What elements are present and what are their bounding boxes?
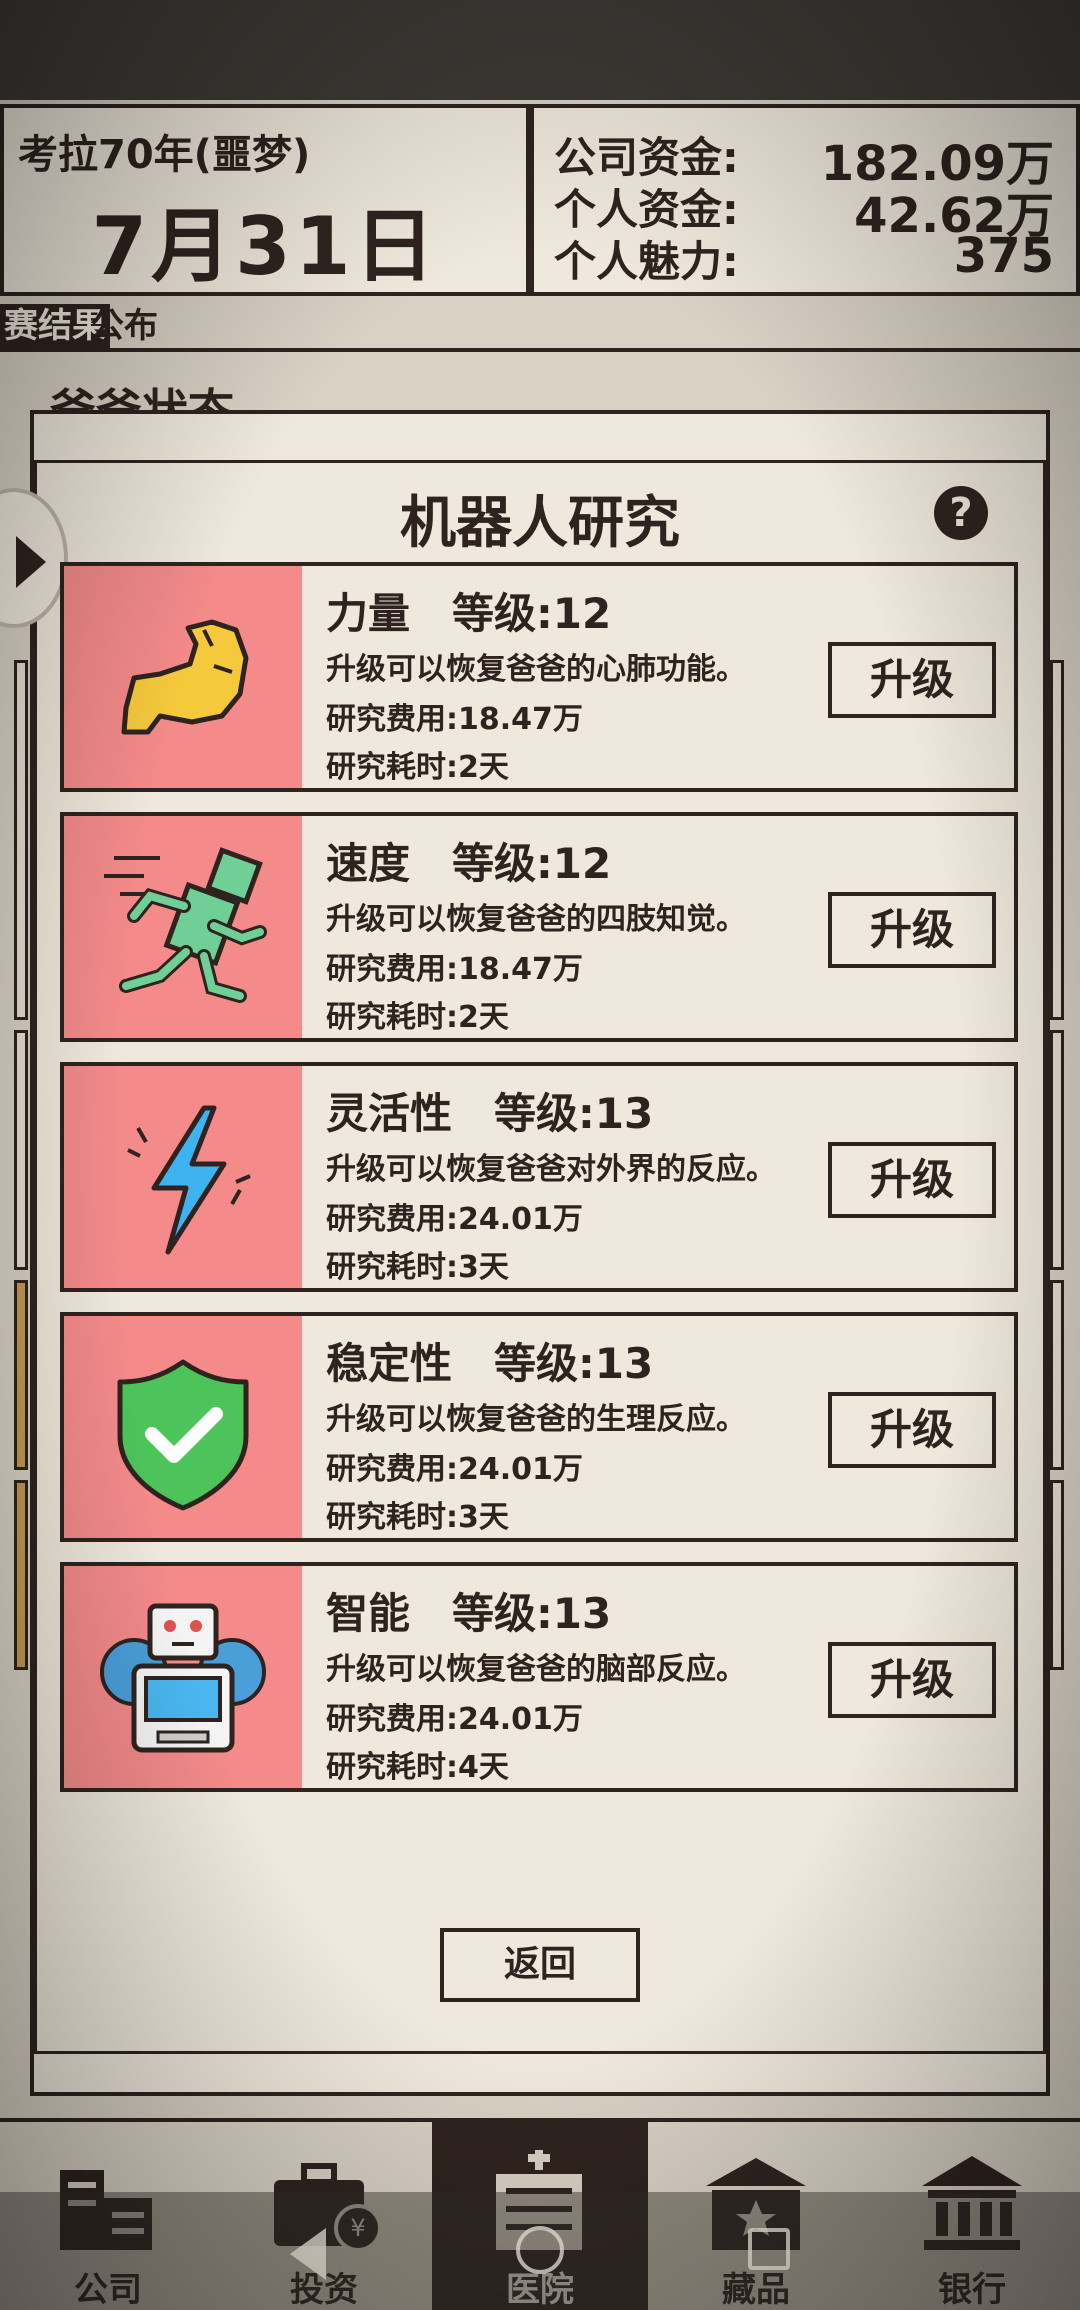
underlying-panel-edge — [1050, 1480, 1064, 1670]
upgrade-strength-button[interactable]: 升级 — [828, 642, 996, 718]
news-ticker: 赛结果 公布 — [0, 300, 1080, 352]
underlying-panel-edge — [1050, 1280, 1064, 1470]
research-cost: 研究费用:18.47万 — [326, 702, 583, 737]
date-panel: 考拉70年(噩梦) 7月31日 — [0, 104, 530, 296]
research-duration: 研究耗时:3天 — [326, 1500, 509, 1535]
system-home-icon[interactable] — [516, 2226, 564, 2274]
system-recents-icon[interactable] — [748, 2228, 790, 2270]
ticker-text: 公布 — [90, 306, 158, 346]
underlying-panel-edge — [14, 660, 28, 1020]
research-name: 灵活性 等级:13 — [326, 1089, 654, 1138]
shield-check-icon — [64, 1316, 302, 1538]
running-robot-icon — [64, 816, 302, 1038]
research-description: 升级可以恢复爸爸对外界的反应。 — [326, 1152, 776, 1187]
underlying-panel-edge — [14, 1030, 28, 1270]
research-name: 智能 等级:13 — [326, 1589, 612, 1638]
research-cost: 研究费用:24.01万 — [326, 1452, 583, 1487]
help-icon[interactable]: ? — [934, 486, 988, 540]
personal-funds-row: 个人资金: 42.62万 — [554, 176, 1054, 244]
research-description: 升级可以恢复爸爸的生理反应。 — [326, 1402, 746, 1437]
funds-panel: 公司资金: 182.09万 个人资金: 42.62万 个人魅力: 375 — [530, 104, 1080, 296]
dialog-title: 机器人研究 — [400, 491, 680, 556]
research-name: 力量 等级:12 — [326, 589, 612, 638]
research-description: 升级可以恢复爸爸的心肺功能。 — [326, 652, 746, 687]
status-bar-area — [0, 0, 1080, 100]
research-duration: 研究耗时:2天 — [326, 1000, 509, 1035]
robot-gear-icon — [64, 1566, 302, 1788]
system-back-icon[interactable] — [290, 2228, 326, 2280]
lightning-bolt-icon — [64, 1066, 302, 1288]
underlying-panel-edge — [1050, 1030, 1064, 1270]
research-duration: 研究耗时:2天 — [326, 750, 509, 785]
underlying-panel-edge — [1050, 660, 1064, 1020]
research-name: 速度 等级:12 — [326, 839, 612, 888]
upgrade-stability-button[interactable]: 升级 — [828, 1392, 996, 1468]
research-card-intelligence: 智能 等级:13 升级可以恢复爸爸的脑部反应。 研究费用:24.01万 研究耗时… — [60, 1562, 1018, 1792]
company-funds-row: 公司资金: 182.09万 — [554, 124, 1054, 192]
charm-label: 个人魅力: — [554, 237, 739, 286]
underlying-panel-edge — [14, 1480, 28, 1670]
research-cost: 研究费用:18.47万 — [326, 952, 583, 987]
muscle-arm-icon — [64, 566, 302, 788]
research-cost: 研究费用:24.01万 — [326, 1202, 583, 1237]
upgrade-agility-button[interactable]: 升级 — [828, 1142, 996, 1218]
research-card-speed: 速度 等级:12 升级可以恢复爸爸的四肢知觉。 研究费用:18.47万 研究耗时… — [60, 812, 1018, 1042]
underlying-panel-edge — [14, 1280, 28, 1470]
research-name: 稳定性 等级:13 — [326, 1339, 654, 1388]
research-cost: 研究费用:24.01万 — [326, 1702, 583, 1737]
back-button[interactable]: 返回 — [440, 1928, 640, 2002]
research-description: 升级可以恢复爸爸的脑部反应。 — [326, 1652, 746, 1687]
research-card-strength: 力量 等级:12 升级可以恢复爸爸的心肺功能。 研究费用:18.47万 研究耗时… — [60, 562, 1018, 792]
research-card-stability: 稳定性 等级:13 升级可以恢复爸爸的生理反应。 研究费用:24.01万 研究耗… — [60, 1312, 1018, 1542]
upgrade-speed-button[interactable]: 升级 — [828, 892, 996, 968]
charm-value: 375 — [953, 228, 1054, 284]
charm-row: 个人魅力: 375 — [554, 228, 1054, 286]
research-duration: 研究耗时:3天 — [326, 1250, 509, 1285]
research-card-agility: 灵活性 等级:13 升级可以恢复爸爸对外界的反应。 研究费用:24.01万 研究… — [60, 1062, 1018, 1292]
upgrade-intelligence-button[interactable]: 升级 — [828, 1642, 996, 1718]
era-label: 考拉70年(噩梦) — [18, 132, 311, 178]
research-duration: 研究耗时:4天 — [326, 1750, 509, 1785]
current-date: 7月31日 — [91, 200, 439, 293]
research-description: 升级可以恢复爸爸的四肢知觉。 — [326, 902, 746, 937]
